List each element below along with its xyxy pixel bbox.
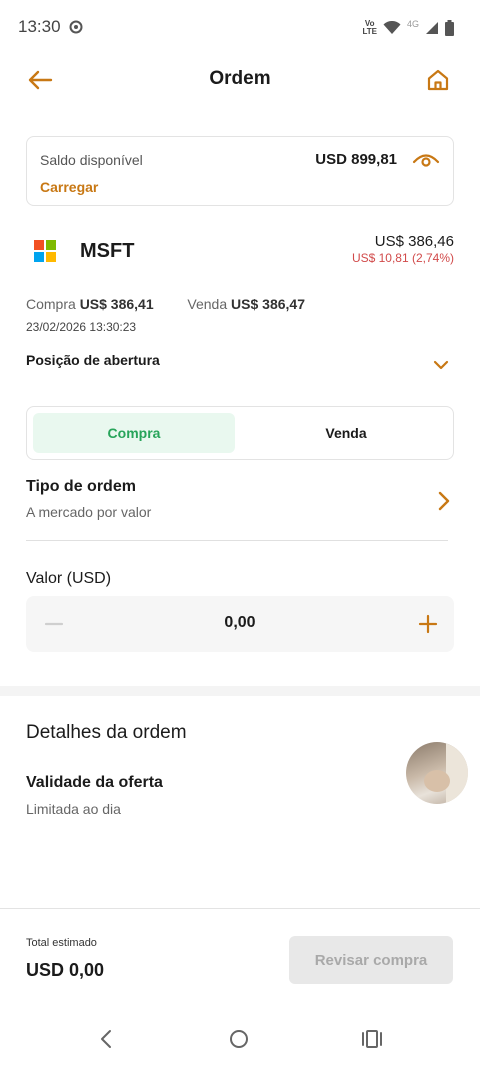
opening-position-dropdown[interactable]: Posição de abertura	[26, 352, 454, 380]
volte-indicator: Vo LTE	[362, 19, 377, 36]
home-button[interactable]	[420, 62, 456, 98]
camera-preview-bubble[interactable]	[406, 742, 468, 804]
ticker-change: US$ 10,81 (2,74%)	[351, 251, 454, 265]
offer-validity-title: Validade da oferta	[26, 774, 163, 791]
estimated-total-value: USD 0,00	[26, 960, 105, 980]
balance-card: Saldo disponível USD 899,81 Carregar	[26, 136, 454, 206]
section-separator	[0, 686, 480, 696]
nav-recents-icon[interactable]	[360, 1029, 384, 1049]
microsoft-logo	[34, 240, 56, 262]
nav-home-icon[interactable]	[228, 1028, 250, 1050]
divider	[26, 540, 448, 541]
amount-input[interactable]: 0,00	[26, 614, 454, 632]
balance-value: USD 899,81	[315, 151, 397, 168]
battery-icon	[445, 20, 454, 36]
load-balance-link[interactable]: Carregar	[40, 179, 98, 195]
instrument-header: MSFT US$ 386,46 US$ 10,81 (2,74%)	[26, 230, 454, 274]
home-icon	[427, 69, 449, 91]
quote-timestamp: 23/02/2026 13:30:23	[26, 320, 137, 334]
buy-quote-value: US$ 386,41	[79, 296, 154, 312]
page-title: Ordem	[209, 68, 271, 89]
sell-quote-value: US$ 386,47	[231, 296, 305, 312]
amount-label: Valor (USD)	[26, 570, 112, 587]
ticker-price: US$ 386,46	[374, 233, 454, 250]
sell-quote-label: Venda	[187, 296, 228, 312]
network-type: 4G	[406, 19, 419, 29]
side-toggle: Compra Venda	[26, 406, 454, 460]
status-bar: 13:30 Vo LTE 4G	[0, 0, 480, 56]
opening-position-label: Posição de abertura	[26, 352, 160, 368]
status-time: 13:30	[18, 17, 61, 36]
order-details-title: Detalhes da ordem	[26, 722, 187, 743]
offer-validity-value: Limitada ao dia	[26, 801, 121, 817]
system-nav-bar	[0, 1012, 480, 1066]
plus-icon[interactable]	[416, 612, 440, 636]
estimated-total-label: Total estimado	[26, 937, 97, 949]
chevron-right-icon	[438, 491, 450, 511]
status-icons: Vo LTE 4G	[362, 17, 454, 39]
order-type-selector[interactable]: Tipo de ordem A mercado por valor	[26, 478, 454, 542]
quote-row: Compra US$ 386,41 Venda US$ 386,47	[26, 296, 305, 312]
eye-icon[interactable]	[412, 149, 440, 169]
footer-divider	[0, 908, 480, 909]
buy-quote-label: Compra	[26, 296, 76, 312]
wifi-icon	[383, 21, 401, 34]
order-type-value: A mercado por valor	[26, 504, 152, 520]
ticker-symbol: MSFT	[80, 240, 135, 262]
sell-tab[interactable]: Venda	[245, 413, 447, 453]
app-header: Ordem	[0, 56, 480, 102]
settings-status-icon	[69, 20, 83, 34]
buy-tab[interactable]: Compra	[33, 413, 235, 453]
review-purchase-button[interactable]: Revisar compra	[289, 936, 453, 984]
balance-label: Saldo disponível	[40, 152, 143, 168]
chevron-down-icon	[433, 360, 449, 370]
amount-stepper: 0,00	[26, 596, 454, 652]
signal-icon	[426, 22, 438, 34]
order-type-title: Tipo de ordem	[26, 478, 136, 495]
nav-back-icon[interactable]	[96, 1028, 116, 1050]
